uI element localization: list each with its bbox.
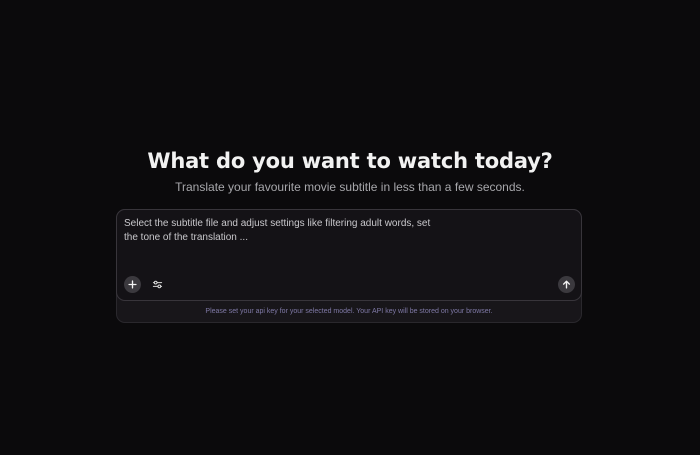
api-key-notice: Please set your api key for your selecte… bbox=[205, 308, 493, 315]
sliders-icon bbox=[152, 280, 163, 289]
composer: Please set your api key for your selecte… bbox=[116, 209, 582, 323]
plus-icon bbox=[128, 280, 137, 289]
add-file-button[interactable] bbox=[124, 276, 141, 293]
page-title: What do you want to watch today? bbox=[147, 149, 553, 173]
hero: What do you want to watch today? Transla… bbox=[0, 146, 700, 195]
settings-button[interactable] bbox=[149, 276, 166, 293]
page-subtitle: Translate your favourite movie subtitle … bbox=[175, 180, 525, 194]
arrow-up-icon bbox=[562, 280, 571, 289]
prompt-card bbox=[116, 209, 582, 301]
prompt-input[interactable] bbox=[124, 217, 444, 247]
send-button[interactable] bbox=[558, 276, 575, 293]
